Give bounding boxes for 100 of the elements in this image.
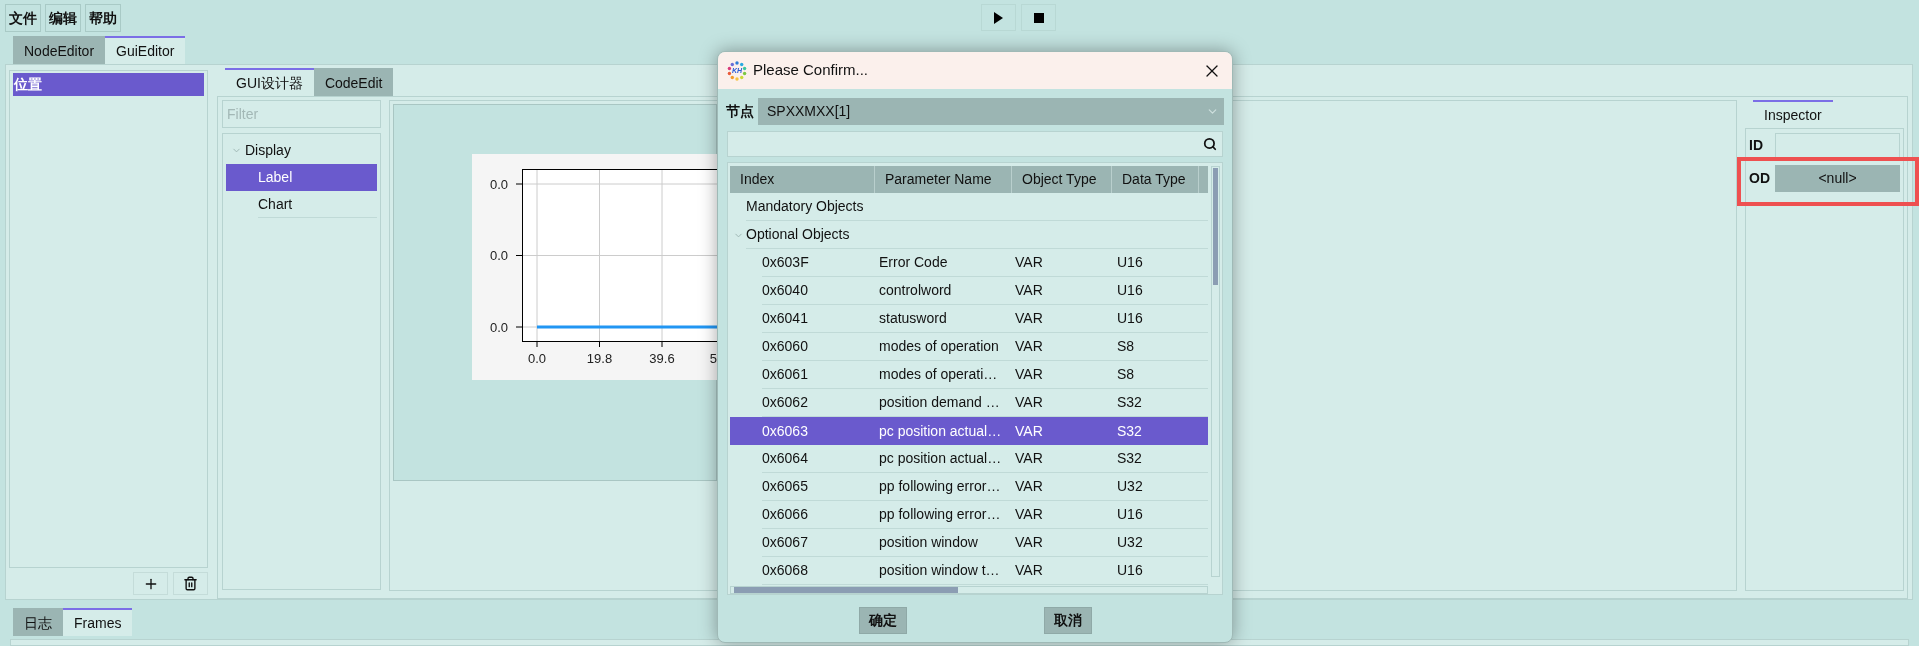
table-cell-text: VAR (1014, 561, 1044, 580)
table-cell-text: controlword (878, 281, 953, 300)
tab[interactable]: CodeEdit (313, 68, 394, 96)
table-cell-text: VAR (1014, 337, 1044, 356)
table-row[interactable]: 0x6063 pc position actual… VAR S32 (730, 417, 1208, 445)
axis-tick-label: 0.0 (527, 351, 547, 366)
scrollbar-thumb[interactable] (734, 587, 958, 593)
trash-icon (183, 576, 198, 591)
scrollbar-thumb[interactable] (1213, 168, 1218, 285)
property-label: ID (1749, 136, 1764, 155)
table-row[interactable]: 0x6067 position window VAR U32 (730, 529, 1208, 557)
value-selector[interactable]: <null> (1775, 165, 1900, 192)
table-cell-text: U16 (1116, 561, 1144, 580)
table-cell-text: pc position actual… (878, 449, 1003, 468)
table-cell-text: VAR (1014, 253, 1044, 272)
tab[interactable]: GuiEditor (105, 36, 186, 64)
table-cell-text: S32 (1116, 393, 1143, 412)
table-cell-text: pc position actual… (878, 421, 1003, 441)
tab[interactable]: NodeEditor (13, 36, 106, 64)
table-cell-text: U16 (1116, 281, 1144, 300)
axis-tick-label: 0.0 (489, 248, 508, 263)
dialog-button[interactable]: 确定 (858, 607, 907, 634)
table-cell-text: S8 (1116, 337, 1136, 356)
table-row[interactable]: 0x6066 pp following error… VAR U16 (730, 501, 1208, 529)
axis-tick-label: 39.6 (649, 351, 675, 366)
list-item[interactable]: 位置 (13, 73, 204, 96)
add-button[interactable] (133, 572, 168, 595)
menu-button[interactable]: 文件 (5, 4, 41, 32)
table-cell-text: VAR (1014, 365, 1044, 384)
tree-item[interactable]: Optional Objects (730, 221, 1208, 249)
column-header[interactable]: Index (730, 166, 875, 193)
axis-tick-label: 19.8 (586, 351, 613, 366)
column-header[interactable]: Parameter Name (875, 166, 1012, 193)
table-row[interactable]: 0x603F Error Code VAR U16 (730, 249, 1208, 277)
table-cell-text: 0x6066 (762, 505, 809, 524)
table-cell-text: 0x6040 (762, 281, 809, 300)
input-field[interactable] (1775, 132, 1900, 159)
horizontal-scrollbar[interactable] (730, 586, 1208, 594)
table-cell-text: 0x6061 (762, 365, 809, 384)
tree-item[interactable]: Label (226, 164, 377, 191)
table-row[interactable]: 0x6040 controlword VAR U16 (730, 277, 1208, 305)
table-cell-text: modes of operati… (878, 365, 999, 384)
table-cell-text: modes of operation (878, 337, 1000, 356)
tab[interactable]: Frames (63, 608, 133, 636)
play-button[interactable] (981, 4, 1016, 31)
table-cell-text: 0x6065 (762, 477, 809, 496)
table-row[interactable]: 0x6041 statusword VAR U16 (730, 305, 1208, 333)
column-header[interactable]: Data Type (1112, 166, 1199, 193)
tab[interactable]: 日志 (13, 608, 63, 636)
table-cell-text: VAR (1014, 449, 1044, 468)
menu-button[interactable]: 编辑 (45, 4, 81, 32)
table-cell-text: 0x6068 (762, 561, 809, 580)
table-cell-text: U16 (1116, 505, 1144, 524)
table-row[interactable]: 0x6060 modes of operation VAR S8 (730, 333, 1208, 361)
table-cell-text: 0x6067 (762, 533, 809, 552)
search-icon (1203, 137, 1217, 151)
property-label: OD (1749, 169, 1771, 188)
table-cell-text: S32 (1116, 449, 1143, 468)
table-cell-text: 0x6064 (762, 449, 809, 468)
table-cell-text: VAR (1014, 533, 1044, 552)
table-cell-text: position window (878, 533, 979, 552)
table-cell-text: VAR (1014, 505, 1044, 524)
node-dropdown[interactable]: SPXXMXX[1] (758, 98, 1224, 125)
table-cell-text: VAR (1014, 309, 1044, 328)
table-row[interactable]: 0x6065 pp following error… VAR U32 (730, 473, 1208, 501)
table-cell-text: 0x6062 (762, 393, 809, 412)
tree-item[interactable]: Display (226, 137, 377, 164)
table-cell-text: 0x6063 (762, 421, 809, 441)
table-cell-text: pp following error… (878, 477, 1002, 496)
play-icon (994, 11, 1003, 24)
dialog-button[interactable]: 取消 (1043, 607, 1092, 634)
stop-button[interactable] (1021, 4, 1056, 31)
table-cell-text: 0x603F (762, 253, 810, 272)
tree-item[interactable]: Chart (226, 191, 377, 218)
menu-button[interactable]: 帮助 (85, 4, 121, 32)
axis-tick-label: 5 (709, 351, 717, 366)
table-row[interactable]: 0x6068 position window t… VAR U16 (730, 557, 1208, 585)
search-field[interactable] (727, 131, 1223, 157)
table-cell-text: U16 (1116, 309, 1144, 328)
table-cell-text: VAR (1014, 281, 1044, 300)
table-cell-text: U16 (1116, 253, 1144, 272)
table-cell-text: U32 (1116, 533, 1144, 552)
table-cell-text: S32 (1116, 421, 1143, 441)
field-label: 节点 (726, 102, 755, 121)
delete-button[interactable] (173, 572, 208, 595)
table-row[interactable]: 0x6061 modes of operati… VAR S8 (730, 361, 1208, 389)
table-row[interactable]: 0x6064 pc position actual… VAR S32 (730, 445, 1208, 473)
table-cell-text: 0x6060 (762, 337, 809, 356)
axis-tick-label: 0.0 (489, 176, 508, 192)
stop-icon (1033, 12, 1044, 23)
column-header[interactable]: Object Type (1012, 166, 1112, 193)
table-cell-text: position demand … (878, 393, 1001, 412)
tree-item[interactable]: Mandatory Objects (730, 193, 1208, 221)
table-cell-text: VAR (1014, 393, 1044, 412)
table-cell-text: S8 (1116, 365, 1136, 384)
table-cell-text: position window t… (878, 561, 1001, 580)
table-cell-text: U32 (1116, 477, 1144, 496)
table-cell-text: VAR (1014, 477, 1044, 496)
table-cell-text: statusword (878, 309, 948, 328)
vertical-scrollbar[interactable] (1211, 166, 1220, 577)
